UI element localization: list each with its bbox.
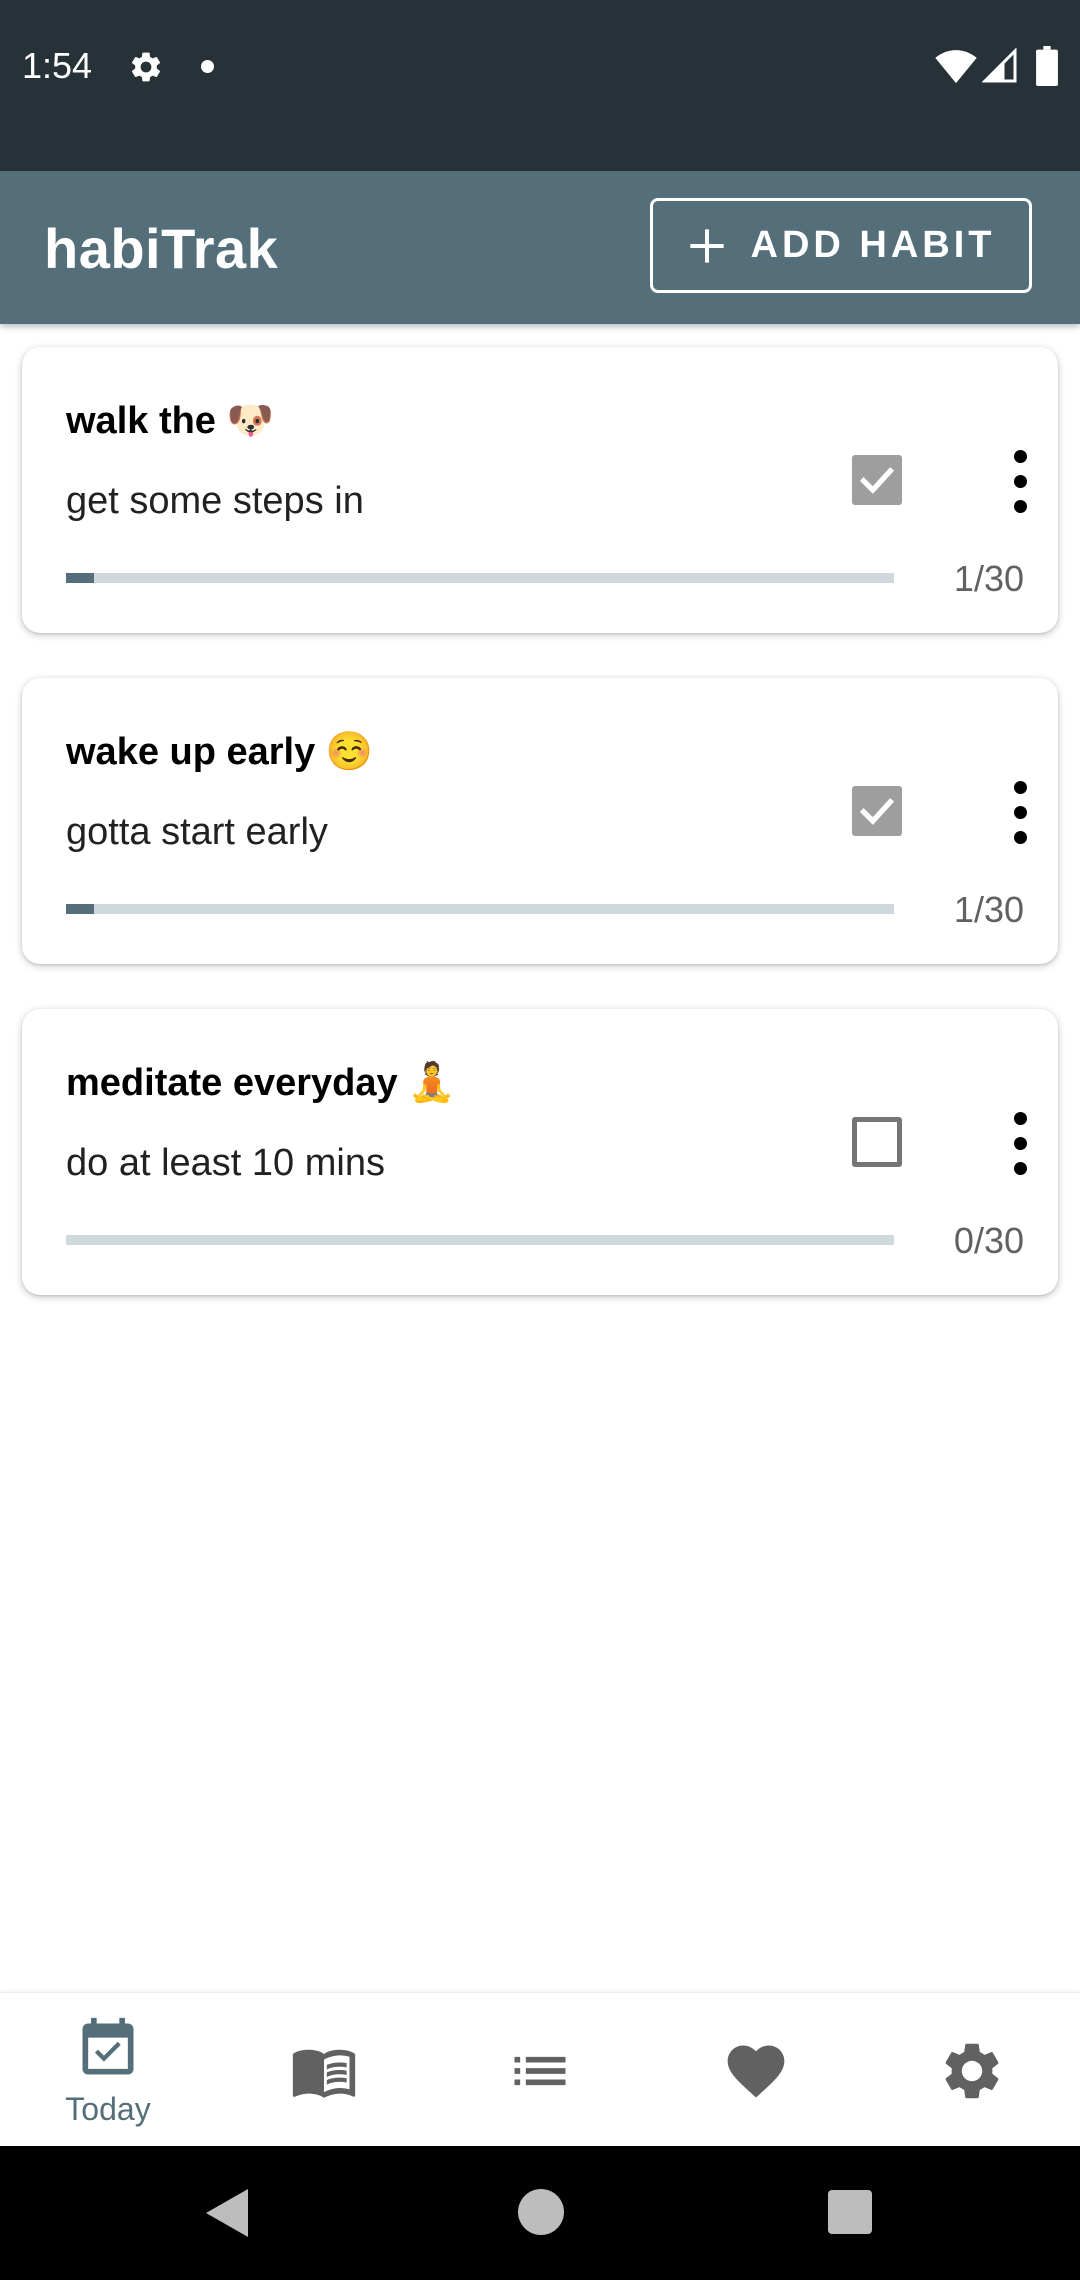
nav-item-list[interactable] <box>432 1993 648 2147</box>
system-navigation-bar <box>0 2146 1080 2280</box>
calendar-check-icon <box>82 2017 134 2075</box>
habit-checkbox[interactable] <box>852 455 902 505</box>
habit-progress-bar <box>66 1235 894 1245</box>
plus-icon <box>689 228 724 263</box>
habit-progress-count: 0/30 <box>953 1220 1024 1261</box>
habit-progress-count: 1/30 <box>953 558 1024 599</box>
habit-checkbox[interactable] <box>852 786 902 836</box>
bottom-navigation: Today <box>0 1992 1080 2147</box>
habit-title: walk the 🐶 <box>66 400 274 442</box>
nav-item-settings[interactable] <box>864 1993 1080 2147</box>
wifi-icon <box>935 50 977 84</box>
habit-description: do at least 10 mins <box>66 1142 385 1184</box>
habit-checkbox[interactable] <box>852 1117 902 1167</box>
nav-label-today: Today <box>65 2091 151 2127</box>
check-icon <box>859 798 895 825</box>
more-options-icon[interactable] <box>982 443 1058 519</box>
add-habit-button[interactable]: ADD HABIT <box>650 198 1032 293</box>
battery-icon <box>1036 46 1058 86</box>
heart-icon <box>727 2045 785 2098</box>
habit-title: wake up early ☺️ <box>66 731 374 773</box>
app-bar: habiTrak ADD HABIT <box>0 171 1080 324</box>
nav-item-today[interactable]: Today <box>0 1993 216 2147</box>
habit-card-walk[interactable]: walk the 🐶 get some steps in 1/30 <box>22 347 1058 633</box>
habit-title: meditate everyday 🧘 <box>66 1062 456 1104</box>
app-title: habiTrak <box>44 217 279 280</box>
nav-item-book[interactable] <box>216 1993 432 2147</box>
book-icon <box>292 2049 356 2098</box>
settings-icon <box>945 2043 999 2099</box>
settings-gear-icon <box>131 52 161 82</box>
habit-progress-bar <box>66 573 894 583</box>
more-options-icon[interactable] <box>982 774 1058 850</box>
add-habit-label: ADD HABIT <box>750 224 996 266</box>
habit-progress-fill <box>66 573 94 583</box>
home-icon[interactable] <box>518 2189 564 2235</box>
back-icon[interactable] <box>204 2187 252 2239</box>
more-options-icon[interactable] <box>982 1105 1058 1181</box>
status-time: 1:54 <box>22 45 93 86</box>
habit-card-wake-up[interactable]: wake up early ☺️ gotta start early 1/30 <box>22 678 1058 964</box>
list-icon <box>514 2056 566 2086</box>
notification-dot-icon <box>201 60 214 73</box>
status-bar: 1:54 <box>0 0 1080 171</box>
habit-progress-fill <box>66 904 94 914</box>
habit-description: get some steps in <box>66 480 364 522</box>
cell-signal-icon <box>982 48 1017 83</box>
recents-icon[interactable] <box>828 2190 872 2234</box>
habit-progress-bar <box>66 904 894 914</box>
check-icon <box>859 467 895 494</box>
habit-description: gotta start early <box>66 811 328 853</box>
nav-item-favorites[interactable] <box>648 1993 864 2147</box>
habit-card-meditate[interactable]: meditate everyday 🧘 do at least 10 mins … <box>22 1009 1058 1295</box>
habit-progress-count: 1/30 <box>953 889 1024 930</box>
